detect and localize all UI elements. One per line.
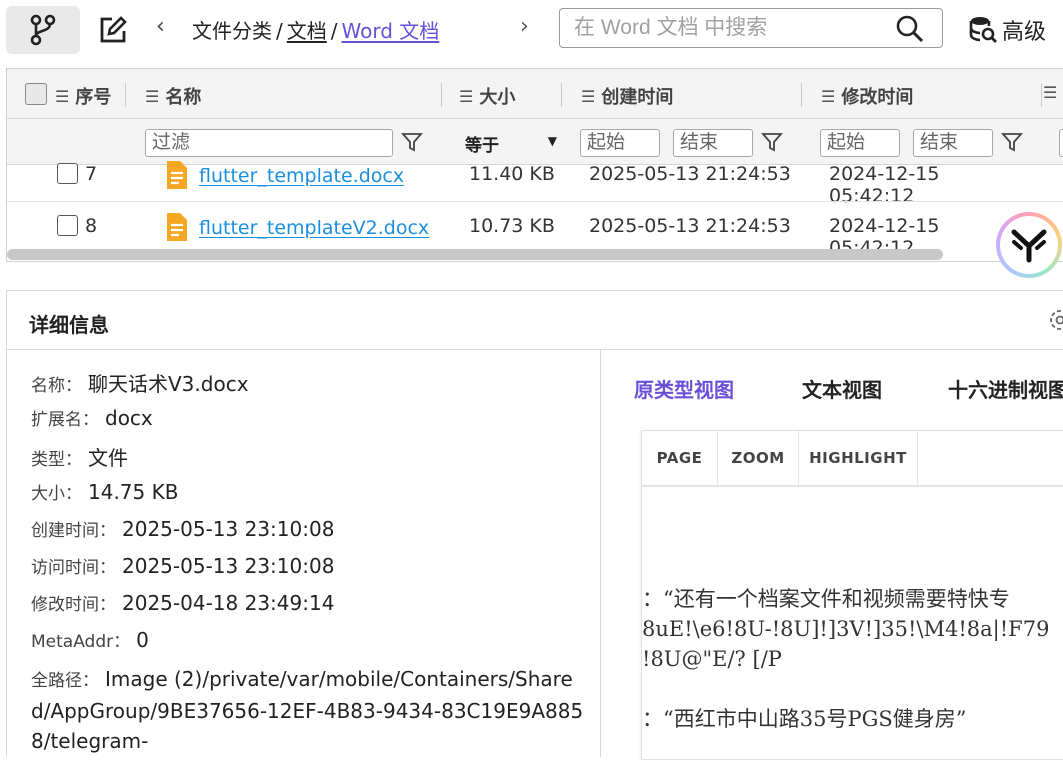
tab-hex-view[interactable]: 十六进制视图	[948, 374, 1063, 403]
tab-text-view[interactable]: 文本视图	[802, 374, 882, 403]
column-header-modified[interactable]: ☰修改时间	[821, 83, 913, 109]
app-logo-icon	[1008, 224, 1050, 266]
name-filter-input[interactable]: 过滤	[145, 129, 393, 157]
search-icon[interactable]	[896, 15, 924, 43]
zoom-button[interactable]: ZOOM	[718, 431, 799, 485]
filter-input-partial[interactable]	[1059, 129, 1063, 157]
row-checkbox[interactable]	[57, 163, 78, 184]
tab-native-view[interactable]: 原类型视图	[634, 374, 734, 403]
breadcrumb-item-documents[interactable]: 文档	[287, 19, 327, 43]
column-header-created[interactable]: ☰创建时间	[581, 83, 673, 109]
property-name: 名称：聊天话术V3.docx	[31, 368, 249, 397]
file-table: ☰序号 ☰名称 ☰大小 ☰创建时间 ☰修改时间 ☰ 过滤 等于▼ 起始 结束 起…	[6, 68, 1063, 262]
gear-icon[interactable]	[1047, 307, 1063, 333]
document-text-line: ：“西红市中山路35号PGS健身房”	[642, 703, 966, 733]
property-accessed: 访问时间：2025-05-13 23:10:08	[31, 553, 334, 578]
filter-icon[interactable]	[1001, 131, 1023, 153]
dropdown-arrow-icon: ▼	[548, 134, 557, 148]
document-text-line: 8uE!\e6!8U-!8U]!]3V!]35!\M4!8a|!F79	[642, 617, 1049, 641]
column-header-index[interactable]: ☰序号	[55, 83, 111, 109]
modified-start-input[interactable]: 起始	[820, 129, 900, 157]
property-extension: 扩展名：docx	[31, 405, 153, 430]
advanced-search-button[interactable]: 高级	[968, 14, 1046, 46]
horizontal-scrollbar[interactable]	[7, 249, 943, 260]
created-end-input[interactable]: 结束	[673, 129, 753, 157]
document-file-icon	[163, 161, 189, 189]
preview-toolbar: PAGE ZOOM HIGHLIGHT	[642, 431, 1063, 487]
page-button[interactable]: PAGE	[642, 431, 718, 485]
select-all-checkbox[interactable]	[25, 83, 47, 105]
database-search-icon	[968, 15, 998, 45]
chevron-right-icon[interactable]: ›	[520, 14, 529, 39]
highlight-button[interactable]: HIGHLIGHT	[799, 431, 918, 485]
breadcrumb-item-word-docs[interactable]: Word 文档	[342, 19, 440, 43]
branch-view-button[interactable]	[6, 6, 80, 54]
app-logo-badge[interactable]	[996, 212, 1062, 278]
row-index: 7	[85, 163, 97, 185]
branch-icon	[29, 14, 57, 46]
detail-title: 详细信息	[29, 309, 109, 338]
document-viewer: 原类型视图 文本视图 十六进制视图 PAGE ZOOM HIGHLIGHT ：“…	[602, 350, 1063, 757]
table-header: ☰序号 ☰名称 ☰大小 ☰创建时间 ☰修改时间 ☰	[7, 69, 1063, 119]
document-text-line: !8U@"E/? [/P	[642, 647, 782, 671]
search-input[interactable]	[574, 13, 884, 43]
column-header-size[interactable]: ☰大小	[459, 83, 515, 109]
property-full-path: 全路径：Image (2)/private/var/mobile/Contain…	[31, 664, 591, 756]
column-menu-icon: ☰	[581, 87, 595, 106]
column-menu-icon[interactable]: ☰	[1043, 83, 1063, 102]
filter-icon[interactable]	[761, 131, 783, 153]
column-menu-icon: ☰	[821, 87, 835, 106]
filter-icon[interactable]	[401, 131, 423, 153]
modified-end-input[interactable]: 结束	[913, 129, 993, 157]
file-size: 11.40 KB	[469, 163, 555, 185]
file-size: 10.73 KB	[469, 215, 555, 237]
row-checkbox[interactable]	[57, 215, 78, 236]
document-text-line: ：“还有一个档案文件和视频需要特快专	[642, 583, 1010, 613]
created-start-input[interactable]: 起始	[580, 129, 660, 157]
property-size: 大小：14.75 KB	[31, 479, 178, 504]
table-row[interactable]: 8 flutter_templateV2.docx 10.73 KB 2025-…	[7, 203, 1027, 255]
document-preview: PAGE ZOOM HIGHLIGHT ：“还有一个档案文件和视频需要特快专 8…	[641, 430, 1063, 760]
property-modified: 修改时间：2025-04-18 23:49:14	[31, 590, 334, 615]
property-metaaddr: MetaAddr：0	[31, 627, 149, 652]
created-time: 2025-05-13 21:24:53	[589, 215, 791, 237]
file-name-link[interactable]: flutter_templateV2.docx	[199, 217, 429, 239]
column-menu-icon: ☰	[145, 87, 159, 106]
edit-button[interactable]	[76, 6, 150, 54]
document-file-icon	[163, 213, 189, 241]
column-header-name[interactable]: ☰名称	[145, 83, 201, 109]
column-menu-icon: ☰	[55, 87, 69, 106]
filter-row: 过滤 等于▼ 起始 结束 起始 结束	[7, 119, 1063, 165]
column-menu-icon: ☰	[459, 87, 473, 106]
chevron-left-icon[interactable]: ‹	[156, 14, 165, 39]
top-toolbar: ‹ 文件分类/文档/Word 文档 › 高级	[0, 0, 1063, 62]
property-created: 创建时间：2025-05-13 23:10:08	[31, 516, 334, 541]
file-name-link[interactable]: flutter_template.docx	[199, 165, 404, 187]
breadcrumb-item-file-category[interactable]: 文件分类	[192, 19, 272, 43]
detail-panel: 详细信息 名称：聊天话术V3.docx 扩展名：docx 类型：文件 大小：14…	[6, 290, 1063, 756]
property-type: 类型：文件	[31, 442, 128, 471]
file-properties: 名称：聊天话术V3.docx 扩展名：docx 类型：文件 大小：14.75 K…	[7, 350, 601, 757]
search-box	[559, 8, 943, 48]
breadcrumb: 文件分类/文档/Word 文档	[192, 15, 439, 44]
advanced-label: 高级	[1002, 14, 1046, 46]
row-index: 8	[85, 215, 97, 237]
size-operator-select[interactable]: 等于▼	[465, 131, 557, 157]
edit-icon	[98, 15, 128, 45]
created-time: 2025-05-13 21:24:53	[589, 163, 791, 185]
